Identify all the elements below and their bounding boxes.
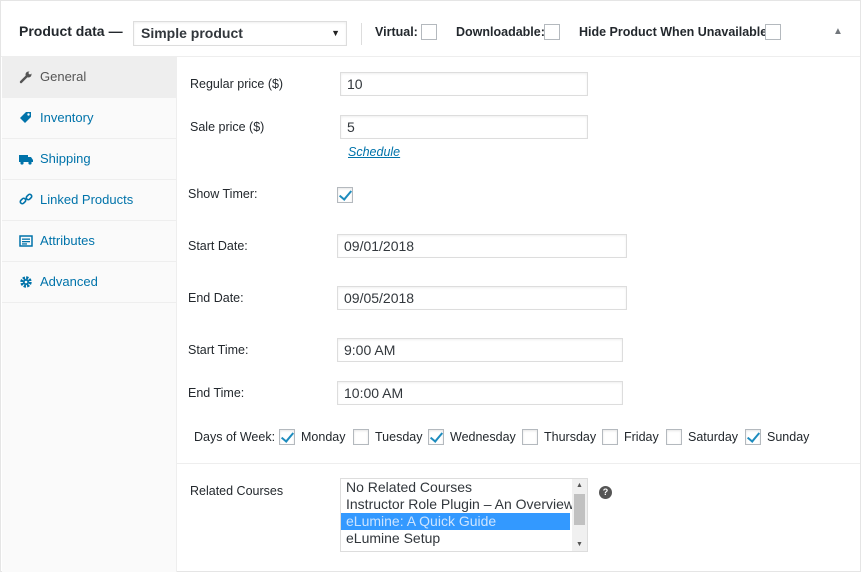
scroll-up-icon[interactable]: ▲ (576, 482, 583, 489)
related-course-option-selected[interactable]: eLumine: A Quick Guide (341, 513, 570, 530)
tab-attributes[interactable]: Attributes (2, 221, 177, 262)
help-icon[interactable]: ? (599, 486, 612, 499)
show-timer-label: Show Timer: (188, 187, 258, 201)
virtual-label: Virtual: (375, 25, 418, 39)
product-type-value: Simple product (141, 25, 243, 41)
hide-unavailable-checkbox[interactable] (765, 24, 781, 40)
regular-price-label: Regular price ($) (190, 77, 284, 91)
related-course-option[interactable]: No Related Courses (341, 479, 587, 496)
start-time-label: Start Time: (188, 343, 249, 357)
scrollbar-thumb[interactable] (574, 494, 585, 525)
day-label-sunday: Sunday (767, 430, 810, 444)
sale-price-label: Sale price ($) (190, 120, 265, 134)
related-course-option[interactable]: eLumine Setup (341, 530, 587, 547)
end-date-input[interactable]: 09/05/2018 (337, 286, 627, 310)
virtual-checkbox[interactable] (421, 24, 437, 40)
tab-inventory[interactable]: Inventory (2, 98, 177, 139)
show-timer-checkbox[interactable] (337, 187, 353, 203)
tab-label: Attributes (40, 233, 95, 248)
collapse-toggle-icon[interactable]: ▲ (833, 26, 843, 37)
link-icon (19, 193, 33, 205)
day-checkbox-friday[interactable] (602, 429, 618, 445)
tab-label: General (40, 69, 87, 84)
start-time-input[interactable]: 9:00 AM (337, 338, 623, 362)
day-label-saturday: Saturday (688, 430, 739, 444)
chevron-down-icon: ▼ (331, 28, 340, 38)
tab-advanced[interactable]: Advanced (2, 262, 177, 303)
day-label-friday: Friday (624, 430, 659, 444)
downloadable-checkbox[interactable] (544, 24, 560, 40)
truck-icon (19, 155, 33, 165)
panel-header: Product data — Simple product ▼ Virtual: … (1, 1, 860, 57)
day-checkbox-saturday[interactable] (666, 429, 682, 445)
day-checkbox-tuesday[interactable] (353, 429, 369, 445)
product-data-tabs: General Inventory Shipping Linked Produc… (2, 57, 177, 572)
product-type-select[interactable]: Simple product ▼ (133, 21, 347, 46)
header-separator (361, 23, 362, 45)
sale-price-input[interactable]: 5 (340, 115, 588, 139)
day-label-thursday: Thursday (544, 430, 597, 444)
schedule-link[interactable]: Schedule (348, 145, 400, 159)
downloadable-label: Downloadable: (456, 25, 545, 39)
end-date-label: End Date: (188, 291, 244, 305)
scroll-down-icon[interactable]: ▼ (576, 541, 583, 548)
hide-unavailable-label: Hide Product When Unavailable: (579, 25, 772, 39)
day-checkbox-thursday[interactable] (522, 429, 538, 445)
end-time-label: End Time: (188, 386, 245, 400)
start-date-input[interactable]: 09/01/2018 (337, 234, 627, 258)
day-checkbox-wednesday[interactable] (428, 429, 444, 445)
regular-price-input[interactable]: 10 (340, 72, 588, 96)
tag-icon (20, 112, 31, 123)
tab-label: Inventory (40, 110, 94, 125)
gear-icon (20, 276, 32, 288)
list-icon (19, 235, 33, 247)
product-data-panel: Product data — Simple product ▼ Virtual: … (0, 0, 861, 572)
tab-shipping[interactable]: Shipping (2, 139, 177, 180)
related-courses-label: Related Courses (190, 484, 284, 498)
day-checkbox-monday[interactable] (279, 429, 295, 445)
related-course-option[interactable]: Instructor Role Plugin – An Overview (341, 496, 587, 513)
listbox-scrollbar[interactable]: ▲ ▼ (572, 479, 587, 551)
day-label-wednesday: Wednesday (450, 430, 516, 444)
start-date-label: Start Date: (188, 239, 248, 253)
tab-label: Advanced (40, 274, 98, 289)
tab-linked-products[interactable]: Linked Products (2, 180, 177, 221)
days-of-week-label: Days of Week: (194, 430, 276, 444)
tab-label: Shipping (40, 151, 91, 166)
related-courses-listbox[interactable]: No Related Courses Instructor Role Plugi… (340, 478, 588, 552)
tab-label: Linked Products (40, 192, 134, 207)
wrench-icon (19, 71, 32, 84)
day-checkbox-sunday[interactable] (745, 429, 761, 445)
day-label-tuesday: Tuesday (375, 430, 423, 444)
tab-general[interactable]: General (2, 57, 177, 98)
end-time-input[interactable]: 10:00 AM (337, 381, 623, 405)
section-divider (177, 463, 860, 464)
day-label-monday: Monday (301, 430, 346, 444)
panel-title: Product data — (19, 23, 123, 39)
